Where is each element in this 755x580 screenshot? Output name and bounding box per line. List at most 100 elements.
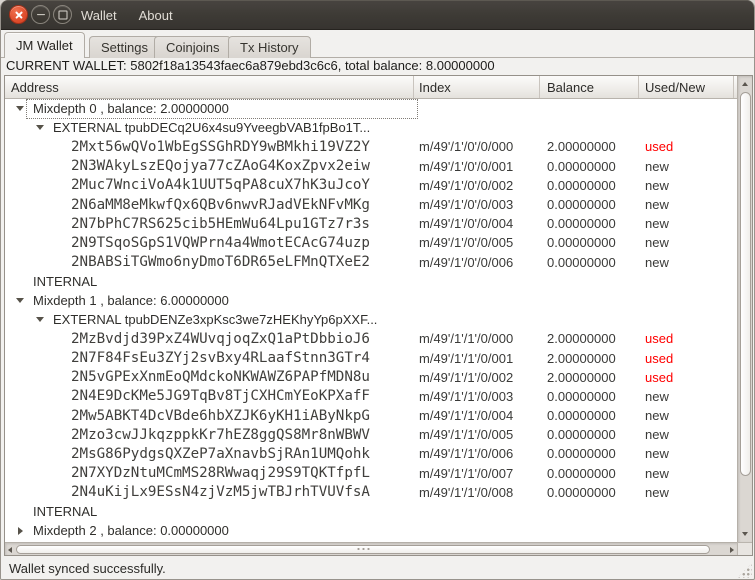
tree-row-mixdepth[interactable]: Mixdepth 2 , balance: 0.00000000 <box>5 521 737 540</box>
minimize-button[interactable] <box>31 5 50 24</box>
cell-balance <box>540 310 639 329</box>
tree-row-address[interactable]: 2N3WAkyLszEQojya77cZAoG4KoxZpvx2eiw m/49'… <box>5 157 737 176</box>
address-text: 2N7F84FsEu3ZYj2svBxy4RLaafStnn3GTr4 <box>71 350 370 367</box>
address-text: 2N7XYDzNtuMCmMS28RWwaqj29S9TQKTfpfL <box>71 465 370 482</box>
column-header-balance[interactable]: Balance <box>540 76 639 98</box>
cell-used-new <box>639 272 734 291</box>
cell-address: Mixdepth 0 , balance: 2.00000000 <box>5 99 414 118</box>
cell-balance <box>540 521 639 540</box>
scroll-left-icon[interactable] <box>8 546 12 553</box>
cell-balance <box>540 272 639 291</box>
cell-balance: 0.00000000 <box>547 465 616 481</box>
tree-row-branch[interactable]: INTERNAL <box>5 502 737 521</box>
tree-row-address[interactable]: 2Mxt56wQVo1WbEgSSGhRDY9wBMkhi19VZ2Y m/49'… <box>5 137 737 156</box>
wallet-tree: Address Index Balance Used/New Mixdepth … <box>4 75 753 556</box>
cell-balance: 0.00000000 <box>547 216 616 232</box>
cell-balance: 2.00000000 <box>547 350 616 366</box>
expander-open-icon[interactable] <box>33 118 47 137</box>
cell-used-new: new <box>645 408 669 424</box>
tree-row-address[interactable]: 2N7F84FsEu3ZYj2svBxy4RLaafStnn3GTr4 m/49'… <box>5 348 737 367</box>
current-wallet-summary: CURRENT WALLET: 5802f18a13543faec6a879eb… <box>6 58 495 73</box>
tree-row-address[interactable]: 2Mzo3cwJJkqzppkKr7hEZ8ggQS8Mr8nWBWV m/49'… <box>5 425 737 444</box>
column-header-address[interactable]: Address <box>5 76 414 98</box>
cell-used-new: new <box>645 235 669 251</box>
tree-row-mixdepth[interactable]: Mixdepth 1 , balance: 6.00000000 <box>5 291 737 310</box>
tree-row-address[interactable]: 2MsG86PydgsQXZeP7aXnavbSjRAn1UMQohk m/49'… <box>5 444 737 463</box>
vertical-scrollbar[interactable] <box>737 76 752 542</box>
status-bar: Wallet synced successfully. <box>1 556 754 579</box>
address-text: 2N5vGPExXnmEoQMdckoNKWAWZ6PAPfMDN8u <box>71 369 370 386</box>
maximize-button[interactable] <box>53 5 72 24</box>
tree-row-address[interactable]: 2N9TSqoSGpS1VQWPrn4a4WmotECAcG74uzp m/49'… <box>5 233 737 252</box>
cell-address: 2N7F84FsEu3ZYj2svBxy4RLaafStnn3GTr4 <box>5 348 414 367</box>
cell-index: m/49'/1'/1'/0/000 <box>419 331 514 347</box>
tree-row-address[interactable]: 2N4uKijLx9ESsN4zjVzM5jwTBJrhTVUVfsA m/49'… <box>5 483 737 502</box>
tree-row-address[interactable]: 2Mw5ABKT4DcVBde6hbXZJK6yKH1iAByNkpG m/49'… <box>5 406 737 425</box>
cell-used-new: new <box>645 427 669 443</box>
cell-index: m/49'/1'/1'/0/002 <box>419 369 514 385</box>
tree-row-address[interactable]: 2N7XYDzNtuMCmMS28RWwaqj29S9TQKTfpfL m/49'… <box>5 464 737 483</box>
cell-index: m/49'/1'/1'/0/001 <box>419 350 514 366</box>
tree-row-address[interactable]: 2N7bPhC7RS625cib5HEmWu64Lpu1GTz7r3s m/49'… <box>5 214 737 233</box>
cell-index <box>414 99 540 118</box>
cell-used-new: used <box>645 369 674 385</box>
tree-row-address[interactable]: 2Muc7WnciVoA4k1UUT5qPA8cuX7hK3uJcoY m/49'… <box>5 176 737 195</box>
cell-address: 2Mxt56wQVo1WbEgSSGhRDY9wBMkhi19VZ2Y <box>5 137 414 156</box>
menu-about[interactable]: About <box>131 4 181 27</box>
triangle-glyph <box>16 297 24 303</box>
cell-address: 2Mw5ABKT4DcVBde6hbXZJK6yKH1iAByNkpG <box>5 406 414 425</box>
scroll-right-icon[interactable] <box>730 546 734 553</box>
expander-open-icon[interactable] <box>13 291 27 310</box>
cell-balance: 0.00000000 <box>547 197 616 213</box>
resize-grip-icon[interactable] <box>737 563 752 578</box>
address-text: 2Mw5ABKT4DcVBde6hbXZJK6yKH1iAByNkpG <box>71 407 370 424</box>
cell-balance <box>540 502 639 521</box>
cell-balance: 0.00000000 <box>547 388 616 404</box>
tree-row-address[interactable]: 2N6aMM8eMkwfQx6QBv6nwvRJadVEkNFvMKg m/49'… <box>5 195 737 214</box>
tree-row-branch[interactable]: EXTERNAL tpubDECq2U6x4su9YveegbVAB1fpBo1… <box>5 118 737 137</box>
cell-balance: 0.00000000 <box>547 254 616 270</box>
cell-used-new <box>639 99 734 118</box>
cell-index: m/49'/1'/0'/0/006 <box>419 254 514 270</box>
cell-address: Mixdepth 2 , balance: 0.00000000 <box>5 521 414 540</box>
scroll-up-icon[interactable] <box>742 82 748 86</box>
node-label: INTERNAL <box>33 273 98 289</box>
tree-row-mixdepth[interactable]: Mixdepth 0 , balance: 2.00000000 <box>5 99 737 120</box>
tab-coinjoins[interactable]: Coinjoins <box>154 36 232 58</box>
tab-settings[interactable]: Settings <box>89 36 160 58</box>
column-header-index[interactable]: Index <box>414 76 540 98</box>
cell-used-new: new <box>645 254 669 270</box>
tree-row-branch[interactable]: EXTERNAL tpubDENZe3xpKsc3we7zHEKhyYp6pXX… <box>5 310 737 329</box>
close-button[interactable] <box>9 5 28 24</box>
cell-index: m/49'/1'/0'/0/000 <box>419 139 514 155</box>
expander-open-icon[interactable] <box>13 99 27 118</box>
tab-jm-wallet[interactable]: JM Wallet <box>4 32 85 58</box>
tree-row-address[interactable]: 2NBABSiTGWmo6nyDmoT6DR65eLFMnQTXeE2 m/49'… <box>5 253 737 272</box>
expander-open-icon[interactable] <box>33 310 47 329</box>
tree-row-branch[interactable]: INTERNAL <box>5 272 737 291</box>
node-label: INTERNAL <box>33 504 98 520</box>
horizontal-scrollbar-thumb[interactable] <box>16 544 710 554</box>
column-header-used-new[interactable]: Used/New <box>639 76 734 98</box>
tab-bar: JM Wallet Settings Coinjoins Tx History <box>1 30 754 58</box>
menu-wallet[interactable]: Wallet <box>73 4 125 27</box>
tree-row-address[interactable]: 2MzBvdjd39PxZ4WUvqjoqZxQ1aPtDbbioJ6 m/49'… <box>5 329 737 348</box>
triangle-glyph <box>17 526 23 535</box>
scroll-down-icon[interactable] <box>742 532 748 536</box>
address-text: 2N3WAkyLszEQojya77cZAoG4KoxZpvx2eiw <box>71 158 370 175</box>
menubar: Wallet About <box>73 0 181 30</box>
cell-index: m/49'/1'/1'/0/003 <box>419 388 514 404</box>
cell-address: 2N4uKijLx9ESsN4zjVzM5jwTBJrhTVUVfsA <box>5 483 414 502</box>
cell-index: m/49'/1'/0'/0/002 <box>419 177 514 193</box>
tree-row-address[interactable]: 2N4E9DcKMe5JG9TqBv8TjCXHCmYEoKPXafF m/49'… <box>5 387 737 406</box>
horizontal-scrollbar[interactable] <box>5 542 737 555</box>
address-text: 2N4uKijLx9ESsN4zjVzM5jwTBJrhTVUVfsA <box>71 484 370 501</box>
expander-collapsed-icon[interactable] <box>13 521 27 540</box>
tab-tx-history[interactable]: Tx History <box>228 36 311 58</box>
triangle-glyph <box>36 317 44 323</box>
thumb-grip-icon <box>356 548 370 550</box>
tree-row-address[interactable]: 2N5vGPExXnmEoQMdckoNKWAWZ6PAPfMDN8u m/49'… <box>5 368 737 387</box>
vertical-scrollbar-thumb[interactable] <box>739 92 751 476</box>
address-text: 2Mxt56wQVo1WbEgSSGhRDY9wBMkhi19VZ2Y <box>71 138 370 155</box>
cell-balance: 0.00000000 <box>547 235 616 251</box>
